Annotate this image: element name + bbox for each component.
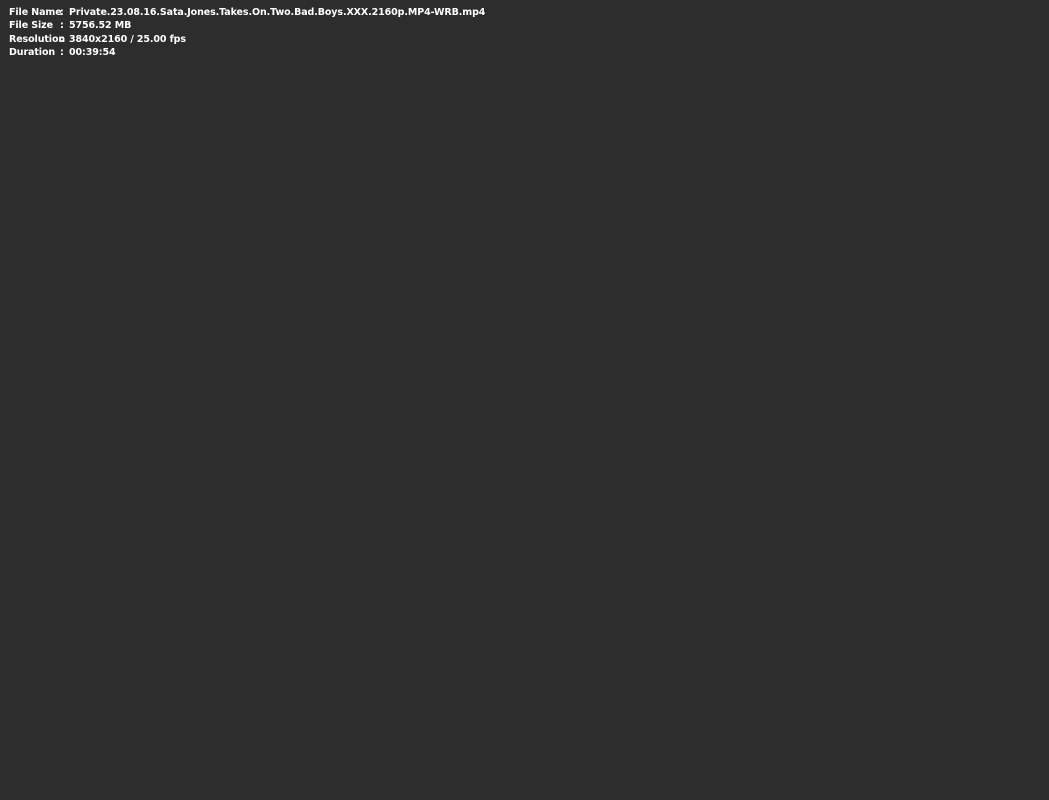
duration-row: Duration : 00:39:54 [9,46,485,59]
resolution-row: Resolution : 3840x2160 / 25.00 fps [9,33,485,46]
file-size-value: 5756.52 MB [69,20,132,32]
file-name-value: Private.23.08.16.Sata.Jones.Takes.On.Two… [69,7,486,18]
duration-separator: : [60,46,64,58]
file-size-label: File Size [9,20,53,32]
media-info-panel: File Name : Private.23.08.16.Sata.Jones.… [9,6,485,59]
duration-label: Duration [9,46,56,58]
file-name-row: File Name : Private.23.08.16.Sata.Jones.… [9,6,485,19]
duration-value: 00:39:54 [69,46,116,58]
file-size-separator: : [60,20,64,32]
resolution-separator: : [60,33,64,45]
file-name-separator: : [60,7,64,18]
file-size-row: File Size : 5756.52 MB [9,19,485,32]
file-name-label: File Name [9,7,62,18]
resolution-label: Resolution [9,33,66,45]
resolution-value: 3840x2160 / 25.00 fps [69,33,186,45]
